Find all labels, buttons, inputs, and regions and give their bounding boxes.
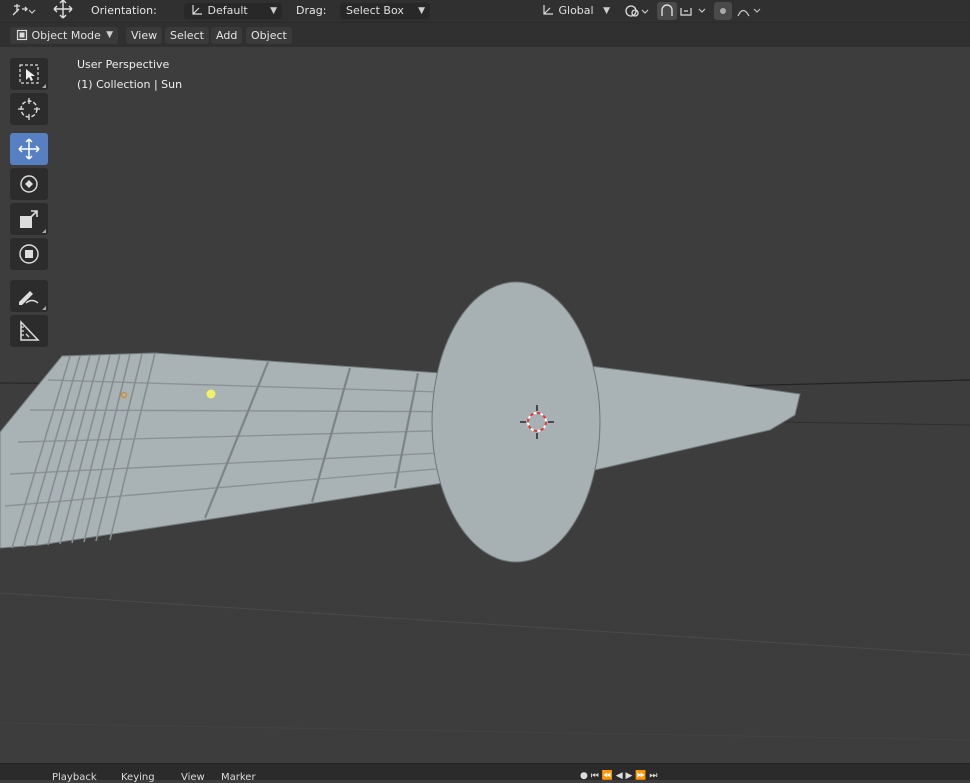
chevron-down-icon: ▼ xyxy=(603,6,610,16)
timeline-menu-marker[interactable]: Marker xyxy=(221,772,256,783)
tool-select-box[interactable] xyxy=(10,58,48,90)
menu-object[interactable]: Object xyxy=(246,27,292,44)
annotate-icon xyxy=(19,291,39,305)
select-box-icon xyxy=(19,64,39,84)
drag-value: Select Box xyxy=(346,4,404,17)
object-mode-icon xyxy=(16,29,28,41)
tool-annotate[interactable] xyxy=(10,280,48,312)
blade-tip xyxy=(589,365,801,471)
cursor-icon xyxy=(18,98,40,120)
move-gizmo-icon[interactable] xyxy=(50,0,76,19)
transform-space-value: Global xyxy=(558,4,594,17)
guard-disc xyxy=(431,281,601,563)
playback-controls[interactable]: ● ⏮ ⏪ ◀ ▶ ⏩ ⏭ xyxy=(580,771,720,781)
transform-pivot-icon[interactable] xyxy=(8,2,38,20)
snap-target-icon[interactable] xyxy=(678,2,712,20)
proportional-editing-icon[interactable] xyxy=(714,2,732,20)
orientation-icon xyxy=(192,5,202,15)
menu-select[interactable]: Select xyxy=(165,27,209,44)
tool-move[interactable] xyxy=(10,133,48,165)
tool-measure[interactable] xyxy=(10,315,48,347)
tool-cursor[interactable] xyxy=(10,93,48,125)
3d-viewport[interactable]: User Perspective (1) Collection | Sun xyxy=(0,47,970,763)
timeline-menu-keying[interactable]: Keying xyxy=(121,772,155,783)
tool-settings-header: Orientation: Default ▼ Drag: Select Box … xyxy=(0,0,970,23)
rotate-icon xyxy=(20,175,38,193)
viewport-perspective-label: User Perspective xyxy=(77,58,170,71)
drag-dropdown[interactable]: Select Box ▼ xyxy=(340,3,430,19)
viewport-header: Object Mode ▼ View Select Add Object xyxy=(0,23,970,47)
tool-rotate[interactable] xyxy=(10,168,48,200)
timeline-header: Playback Keying View Marker ● ⏮ ⏪ ◀ ▶ ⏩ … xyxy=(0,763,970,783)
timeline-menu-playback[interactable]: Playback xyxy=(52,772,97,783)
mode-value: Object Mode xyxy=(31,29,101,42)
chevron-down-icon: ▼ xyxy=(270,6,277,16)
chevron-down-icon: ▼ xyxy=(418,6,425,16)
viewport-collection-label: (1) Collection | Sun xyxy=(77,78,183,91)
falloff-icon[interactable] xyxy=(736,2,766,20)
orientation-label: Orientation: xyxy=(91,4,157,17)
tool-transform[interactable] xyxy=(10,238,48,270)
menu-view[interactable]: View xyxy=(126,27,163,44)
snap-icon[interactable] xyxy=(657,2,677,20)
tool-scale[interactable] xyxy=(10,203,48,235)
pivot-point-icon[interactable] xyxy=(622,2,652,20)
orientation-value: Default xyxy=(207,4,248,17)
scale-icon xyxy=(20,210,38,228)
measure-icon xyxy=(20,320,40,341)
timeline-menu-view[interactable]: View xyxy=(181,772,205,783)
scene-canvas xyxy=(0,281,970,741)
menu-add[interactable]: Add xyxy=(211,27,243,44)
axis-icon xyxy=(543,5,553,15)
chevron-down-icon: ▼ xyxy=(106,30,113,40)
orientation-dropdown[interactable]: Default ▼ xyxy=(184,3,282,19)
mode-dropdown[interactable]: Object Mode ▼ xyxy=(10,27,118,44)
drag-label: Drag: xyxy=(296,4,327,17)
sun-light-dot xyxy=(206,389,216,399)
move-icon xyxy=(18,138,40,160)
transform-icon xyxy=(19,244,39,264)
transform-orientation-dropdown[interactable]: Global ▼ xyxy=(535,3,615,19)
